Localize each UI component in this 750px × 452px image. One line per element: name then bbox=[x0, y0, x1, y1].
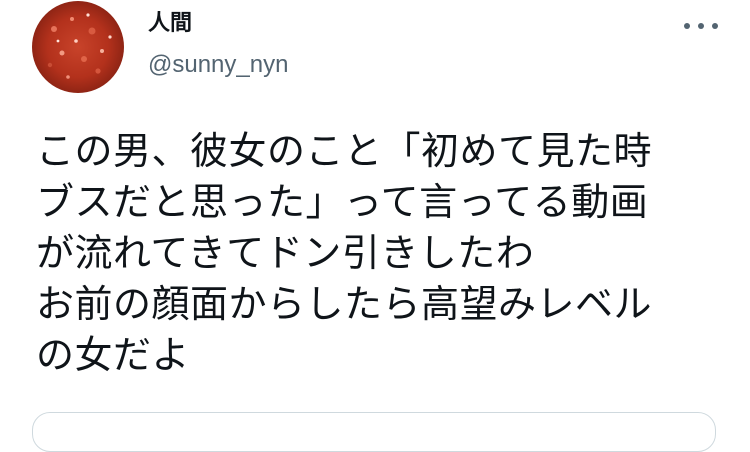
tweet-text-line: が流れてきてドン引きしたわ bbox=[36, 231, 535, 275]
display-name[interactable]: 人間 bbox=[148, 10, 192, 38]
avatar[interactable] bbox=[32, 1, 124, 93]
tweet-text-line: の女だよ bbox=[36, 333, 191, 377]
quoted-media-card[interactable] bbox=[32, 412, 716, 452]
more-horizontal-icon-dot bbox=[698, 23, 704, 29]
more-horizontal-icon-dot bbox=[712, 23, 718, 29]
tweet: 人間 @sunny_nyn この男、彼女のこと「初めて見た時 ブスだと思った」っ… bbox=[0, 0, 750, 452]
tweet-text-line: ブスだと思った」って言ってる動画 bbox=[36, 180, 649, 224]
user-handle[interactable]: @sunny_nyn bbox=[148, 50, 288, 80]
tweet-text-line: お前の顔面からしたら高望みレベル bbox=[36, 282, 653, 326]
more-horizontal-icon bbox=[684, 23, 690, 29]
avatar-image bbox=[32, 1, 124, 93]
more-options-button[interactable] bbox=[684, 14, 718, 38]
tweet-text: この男、彼女のこと「初めて見た時 ブスだと思った」って言ってる動画 が流れてきて… bbox=[36, 126, 726, 381]
tweet-text-line: この男、彼女のこと「初めて見た時 bbox=[36, 129, 653, 173]
